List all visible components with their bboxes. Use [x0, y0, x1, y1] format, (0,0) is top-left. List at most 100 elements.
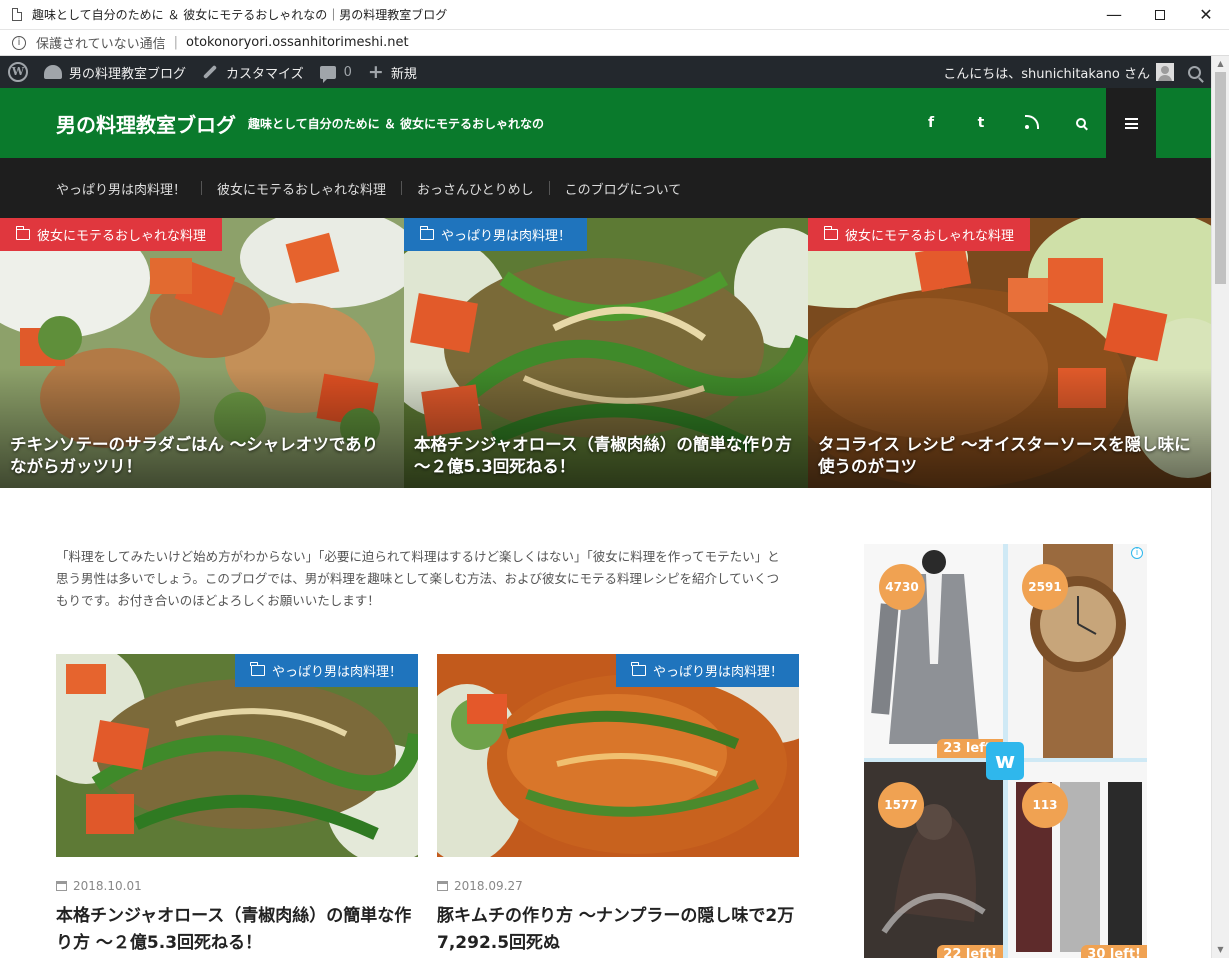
- nav-item-meat[interactable]: やっぱり男は肉料理！: [56, 179, 186, 198]
- header-icons: f t: [906, 88, 1156, 158]
- folder-icon: [15, 226, 30, 240]
- post-title[interactable]: 豚キムチの作り方 〜ナンプラーの隠し味で2万7,292.5回死ぬ: [437, 903, 799, 957]
- comment-icon: [319, 65, 336, 83]
- post-date: 2018.10.01: [56, 879, 418, 893]
- comments-link[interactable]: 0: [312, 56, 360, 88]
- hero-card[interactable]: 彼女にモテるおしゃれな料理 チキンソテーのサラダごはん 〜シャレオツでありながら…: [0, 218, 404, 488]
- category-badge[interactable]: やっぱり男は肉料理！: [615, 654, 799, 687]
- post-card[interactable]: やっぱり男は肉料理！ 2018.09.27 豚キムチの作り方 〜ナンプラーの隠し…: [437, 654, 799, 957]
- intro-text: 「料理をしてみたいけど始め方がわからない」「必要に迫られて料理はするけど楽しくは…: [56, 549, 780, 608]
- hero-card[interactable]: やっぱり男は肉料理！ 本格チンジャオロース（青椒肉絲）の簡単な作り方 〜２億5.…: [404, 218, 808, 488]
- menu-button[interactable]: [1106, 88, 1156, 158]
- hero-title[interactable]: チキンソテーのサラダごはん 〜シャレオツでありながらガッツリ！: [10, 434, 394, 478]
- comments-count: 0: [343, 64, 352, 80]
- dashboard-icon: [44, 65, 62, 79]
- post-thumbnail[interactable]: やっぱり男は肉料理！: [437, 654, 799, 857]
- ad-price: 2591: [1022, 564, 1068, 610]
- category-label: 彼女にモテるおしゃれな料理: [37, 229, 207, 244]
- info-icon[interactable]: i: [12, 35, 26, 50]
- folder-icon: [631, 662, 646, 676]
- site-name-link[interactable]: 男の料理教室ブログ: [36, 56, 194, 88]
- nav-divider: [548, 181, 550, 195]
- nav-item-stylish[interactable]: 彼女にモテるおしゃれな料理: [217, 179, 386, 198]
- post-title[interactable]: 本格チンジャオロース（青椒肉絲）の簡単な作り方 〜２億5.3回死ねる！: [56, 903, 418, 957]
- ad-price: 4730: [879, 564, 925, 610]
- tab-title: 趣味として自分のために ＆ 彼女にモテるおしゃれなの｜男の料理教室ブログ: [32, 8, 448, 22]
- site-header: 男の料理教室ブログ 趣味として自分のために ＆ 彼女にモテるおしゃれなの f t: [0, 88, 1211, 158]
- customize-label: カスタマイズ: [226, 66, 304, 82]
- ad-item-incense[interactable]: 1577 22 left!: [864, 762, 1003, 958]
- post-thumbnail[interactable]: やっぱり男は肉料理！: [56, 654, 418, 857]
- new-label: 新規: [390, 66, 417, 82]
- ad-info-icon[interactable]: i: [1131, 547, 1143, 559]
- sidebar-ad[interactable]: 4730 23 left! 2591 1577 22 left! 113 30 …: [864, 544, 1147, 958]
- folder-icon: [419, 226, 434, 240]
- customize-link[interactable]: カスタマイズ: [194, 56, 312, 88]
- close-button[interactable]: ✕: [1183, 0, 1229, 30]
- wordpress-icon: W: [8, 62, 28, 82]
- plus-icon: +: [367, 60, 384, 83]
- url-separator: |: [173, 35, 179, 50]
- greeting-text: こんにちは、shunichitakano さん: [943, 66, 1150, 82]
- category-badge[interactable]: 彼女にモテるおしゃれな料理: [0, 218, 223, 251]
- site-tagline: 趣味として自分のために ＆ 彼女にモテるおしゃれなの: [248, 116, 544, 131]
- brush-icon: [202, 64, 218, 80]
- ad-stock: 22 left!: [937, 945, 1003, 958]
- site-name-label: 男の料理教室ブログ: [69, 66, 187, 82]
- wp-logo-button[interactable]: W: [0, 56, 36, 88]
- header-search-button[interactable]: [1056, 88, 1106, 158]
- maximize-icon: [1155, 9, 1165, 20]
- ad-item-watch[interactable]: 2591: [1008, 544, 1147, 758]
- category-badge[interactable]: 彼女にモテるおしゃれな料理: [808, 218, 1031, 251]
- scroll-thumb[interactable]: [1215, 72, 1226, 284]
- calendar-icon: [437, 881, 448, 891]
- window-title-bar: 趣味として自分のために ＆ 彼女にモテるおしゃれなの｜男の料理教室ブログ — ✕: [0, 0, 1229, 30]
- hero-title[interactable]: タコライス レシピ 〜オイスターソースを隠し味に使うのがコツ: [818, 434, 1201, 478]
- category-label: やっぱり男は肉料理！: [652, 665, 783, 680]
- category-label: 彼女にモテるおしゃれな料理: [845, 229, 1015, 244]
- minimize-button[interactable]: —: [1091, 0, 1137, 30]
- nav-divider: [201, 181, 203, 195]
- search-icon: [1076, 118, 1086, 128]
- main-navigation: やっぱり男は肉料理！ 彼女にモテるおしゃれな料理 おっさんひとりめし このブログ…: [0, 158, 1211, 218]
- post-card[interactable]: やっぱり男は肉料理！ 2018.10.01 本格チンジャオロース（青椒肉絲）の簡…: [56, 654, 418, 957]
- adminbar-search-icon[interactable]: [1188, 65, 1201, 79]
- nav-item-about[interactable]: このブログについて: [565, 179, 682, 198]
- scroll-up-arrow-icon[interactable]: ▲: [1212, 56, 1229, 72]
- ad-price: 113: [1022, 782, 1068, 828]
- hero-title[interactable]: 本格チンジャオロース（青椒肉絲）の簡単な作り方 〜２億5.3回死ねる！: [414, 434, 798, 478]
- ad-item-vests[interactable]: 113 30 left!: [1008, 762, 1147, 958]
- page-scrollbar[interactable]: ▲ ▼: [1211, 56, 1229, 958]
- address-bar[interactable]: i 保護されていない通信 | otokonoryori.ossanhitorim…: [0, 30, 1229, 56]
- scroll-down-arrow-icon[interactable]: ▼: [1212, 942, 1229, 958]
- facebook-icon[interactable]: f: [906, 88, 956, 158]
- ad-item-suit[interactable]: 4730 23 left!: [864, 544, 1003, 758]
- main-content: 「料理をしてみたいけど始め方がわからない」「必要に迫られて料理はするけど楽しくは…: [0, 488, 1211, 958]
- wish-logo-icon[interactable]: w: [986, 742, 1024, 780]
- nav-divider: [401, 181, 403, 195]
- category-label: やっぱり男は肉料理！: [441, 229, 572, 244]
- url-text[interactable]: otokonoryori.ossanhitorimeshi.net: [186, 35, 409, 50]
- page-viewport: W 男の料理教室ブログ カスタマイズ 0 + 新規 こんにちは、shunichit…: [0, 56, 1211, 958]
- new-content-link[interactable]: + 新規: [360, 56, 425, 88]
- nav-item-solo[interactable]: おっさんひとりめし: [417, 179, 534, 198]
- folder-icon: [823, 226, 838, 240]
- hamburger-icon: [1124, 117, 1138, 129]
- post-date: 2018.09.27: [437, 879, 799, 893]
- rss-link[interactable]: [1006, 88, 1056, 158]
- hero-featured-posts: 彼女にモテるおしゃれな料理 チキンソテーのサラダごはん 〜シャレオツでありながら…: [0, 218, 1211, 488]
- category-label: やっぱり男は肉料理！: [271, 665, 402, 680]
- post-date-text: 2018.09.27: [454, 879, 523, 893]
- post-date-text: 2018.10.01: [73, 879, 142, 893]
- my-account-link[interactable]: こんにちは、shunichitakano さん: [935, 56, 1182, 88]
- category-badge[interactable]: やっぱり男は肉料理！: [404, 218, 588, 251]
- ad-price: 1577: [878, 782, 924, 828]
- ad-stock: 30 left!: [1081, 945, 1147, 958]
- hero-card[interactable]: 彼女にモテるおしゃれな料理 タコライス レシピ 〜オイスターソースを隠し味に使う…: [808, 218, 1211, 488]
- calendar-icon: [56, 881, 67, 891]
- category-badge[interactable]: やっぱり男は肉料理！: [234, 654, 418, 687]
- site-title[interactable]: 男の料理教室ブログ: [56, 109, 236, 138]
- maximize-button[interactable]: [1137, 0, 1183, 30]
- security-label: 保護されていない通信: [36, 37, 166, 52]
- twitter-icon[interactable]: t: [956, 88, 1006, 158]
